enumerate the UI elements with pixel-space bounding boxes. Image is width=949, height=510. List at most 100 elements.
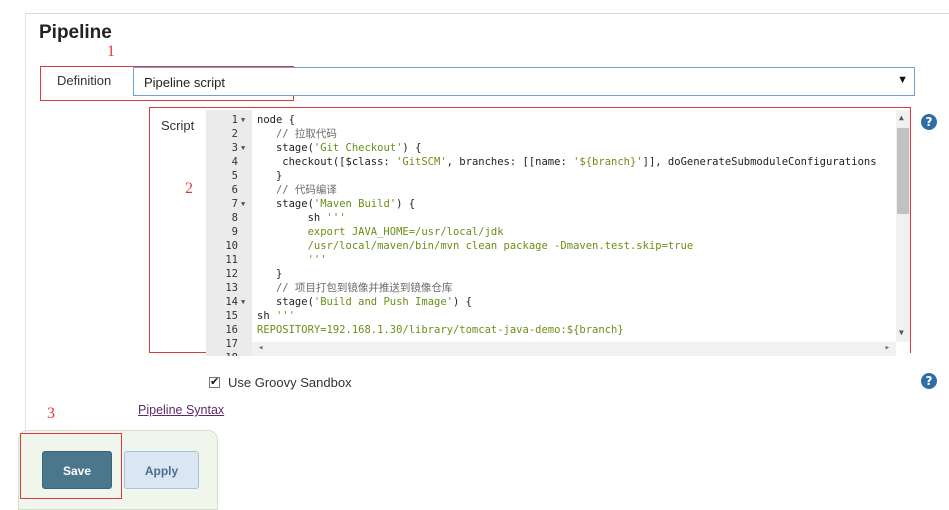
- line-number: 9: [231, 226, 238, 238]
- line-number: 6: [231, 184, 238, 196]
- code-line[interactable]: 10 /usr/local/maven/bin/mvn clean packag…: [206, 239, 896, 253]
- help-icon[interactable]: ?: [921, 373, 937, 389]
- code-text: stage('Maven Build') {: [257, 197, 415, 211]
- code-line[interactable]: 5 }: [206, 169, 896, 183]
- fold-arrow-icon[interactable]: ▼: [241, 113, 245, 127]
- sandbox-label: Use Groovy Sandbox: [228, 375, 352, 390]
- code-token: sh: [257, 212, 327, 224]
- code-text: }: [257, 169, 282, 183]
- line-number: 12: [225, 268, 238, 280]
- line-number: 4: [231, 156, 238, 168]
- scrollbar-thumb[interactable]: [897, 128, 909, 214]
- code-token: stage(: [257, 198, 314, 210]
- code-comment: // 项目打包到镜像并推送到镜像仓库: [257, 282, 453, 294]
- fold-arrow-icon[interactable]: ▼: [241, 295, 245, 309]
- code-text: sh ''': [257, 211, 346, 225]
- code-line[interactable]: 11 ''': [206, 253, 896, 267]
- code-line[interactable]: 14 ▼ stage('Build and Push Image') {: [206, 295, 896, 309]
- code-comment: // 拉取代码: [257, 128, 337, 140]
- save-button[interactable]: Save: [42, 451, 112, 489]
- code-string: 'Maven Build': [313, 198, 397, 210]
- left-divider: [25, 13, 26, 433]
- line-number: 14: [225, 296, 238, 308]
- code-comment: // 代码编译: [257, 184, 337, 196]
- code-text: REPOSITORY=192.168.1.30/library/tomcat-j…: [257, 323, 624, 337]
- code-string: REPOSITORY=192.168.1.30/library/tomcat-j…: [257, 324, 624, 336]
- code-string: 'GitSCM': [396, 156, 447, 168]
- code-token: }: [257, 170, 283, 182]
- code-text: stage('Git Checkout') {: [257, 141, 421, 155]
- code-token: ]], doGenerateSubmoduleConfigurations: [642, 156, 877, 168]
- code-line[interactable]: 12 }: [206, 267, 896, 281]
- code-text: stage('Build and Push Image') {: [257, 295, 472, 309]
- line-number: 8: [231, 212, 238, 224]
- code-text: }: [257, 267, 282, 281]
- code-string: ''': [257, 254, 327, 266]
- line-number: 11: [225, 254, 238, 266]
- line-number: 5: [231, 170, 238, 182]
- scroll-right-icon[interactable]: ▸: [885, 343, 890, 353]
- definition-value: Pipeline script: [144, 75, 225, 90]
- vertical-scrollbar[interactable]: ▲ ▼: [896, 110, 910, 342]
- fold-arrow-icon[interactable]: ▼: [241, 141, 245, 155]
- line-number: 7: [231, 198, 238, 210]
- code-token: checkout([$class:: [257, 156, 397, 168]
- code-token: ) {: [452, 296, 472, 308]
- line-number: 2: [231, 128, 238, 140]
- code-text: // 项目打包到镜像并推送到镜像仓库: [257, 281, 452, 295]
- line-number: 3: [231, 142, 238, 154]
- code-line[interactable]: 6 // 代码编译: [206, 183, 896, 197]
- line-number: 17: [225, 338, 238, 350]
- code-text: checkout([$class: 'GitSCM', branches: [[…: [257, 155, 877, 169]
- line-number: 15: [225, 310, 238, 322]
- code-line[interactable]: 13 // 项目打包到镜像并推送到镜像仓库: [206, 281, 896, 295]
- scroll-left-icon[interactable]: ◂: [258, 343, 263, 353]
- checkmark-icon: ✔: [210, 376, 220, 388]
- annotation-1: 1: [107, 43, 115, 60]
- code-string: /usr/local/maven/bin/mvn clean package -…: [257, 240, 694, 252]
- code-line[interactable]: 2 // 拉取代码: [206, 127, 896, 141]
- caret-down-icon[interactable]: ▼: [897, 74, 908, 86]
- code-string: 'Build and Push Image': [313, 296, 453, 308]
- code-text: node {: [257, 113, 295, 127]
- sandbox-checkbox[interactable]: ✔: [209, 376, 220, 388]
- code-string: export JAVA_HOME=/usr/local/jdk: [257, 226, 504, 238]
- code-line[interactable]: 8 sh ''': [206, 211, 896, 225]
- line-number: 18: [206, 351, 238, 356]
- code-line[interactable]: 9 export JAVA_HOME=/usr/local/jdk: [206, 225, 896, 239]
- help-icon[interactable]: ?: [921, 114, 937, 130]
- line-number: 10: [225, 240, 238, 252]
- code-string: 'Git Checkout': [313, 142, 403, 154]
- fold-arrow-icon[interactable]: ▼: [241, 197, 245, 211]
- code-line[interactable]: 3 ▼ stage('Git Checkout') {: [206, 141, 896, 155]
- code-token: ) {: [396, 198, 416, 210]
- code-line[interactable]: 7 ▼ stage('Maven Build') {: [206, 197, 896, 211]
- scroll-up-icon[interactable]: ▲: [899, 113, 904, 122]
- code-string: ''': [326, 212, 346, 224]
- code-line[interactable]: 16 REPOSITORY=192.168.1.30/library/tomcat…: [206, 323, 896, 337]
- code-token: sh: [257, 310, 276, 322]
- line-number: 13: [225, 282, 238, 294]
- code-line[interactable]: 1 ▼ node {: [206, 113, 896, 127]
- apply-button[interactable]: Apply: [124, 451, 199, 489]
- code-string: ''': [275, 310, 295, 322]
- code-text: // 拉取代码: [257, 127, 337, 141]
- code-token: , branches: [[name:: [446, 156, 574, 168]
- code-text: ''': [257, 253, 327, 267]
- line-number: 1: [231, 114, 238, 126]
- code-token: ) {: [402, 142, 422, 154]
- horizontal-scrollbar[interactable]: ◂ ▸: [252, 342, 896, 356]
- annotation-3: 3: [47, 405, 55, 422]
- code-token: stage(: [257, 296, 314, 308]
- definition-select[interactable]: Pipeline script ▼: [133, 67, 915, 96]
- scroll-down-icon[interactable]: ▼: [899, 328, 904, 337]
- code-text: // 代码编译: [257, 183, 337, 197]
- script-editor[interactable]: 1 ▼ node {2 // 拉取代码 3 ▼ stage('Git Checkout'…: [206, 110, 910, 356]
- pipeline-syntax-link[interactable]: Pipeline Syntax: [138, 403, 224, 417]
- section-title: Pipeline: [39, 22, 112, 43]
- code-line[interactable]: 15 sh ''': [206, 309, 896, 323]
- code-string: '${branch}': [573, 156, 643, 168]
- code-text: export JAVA_HOME=/usr/local/jdk: [257, 225, 504, 239]
- code-text: sh ''': [257, 309, 295, 323]
- code-line[interactable]: 4 checkout([$class: 'GitSCM', branches: …: [206, 155, 896, 169]
